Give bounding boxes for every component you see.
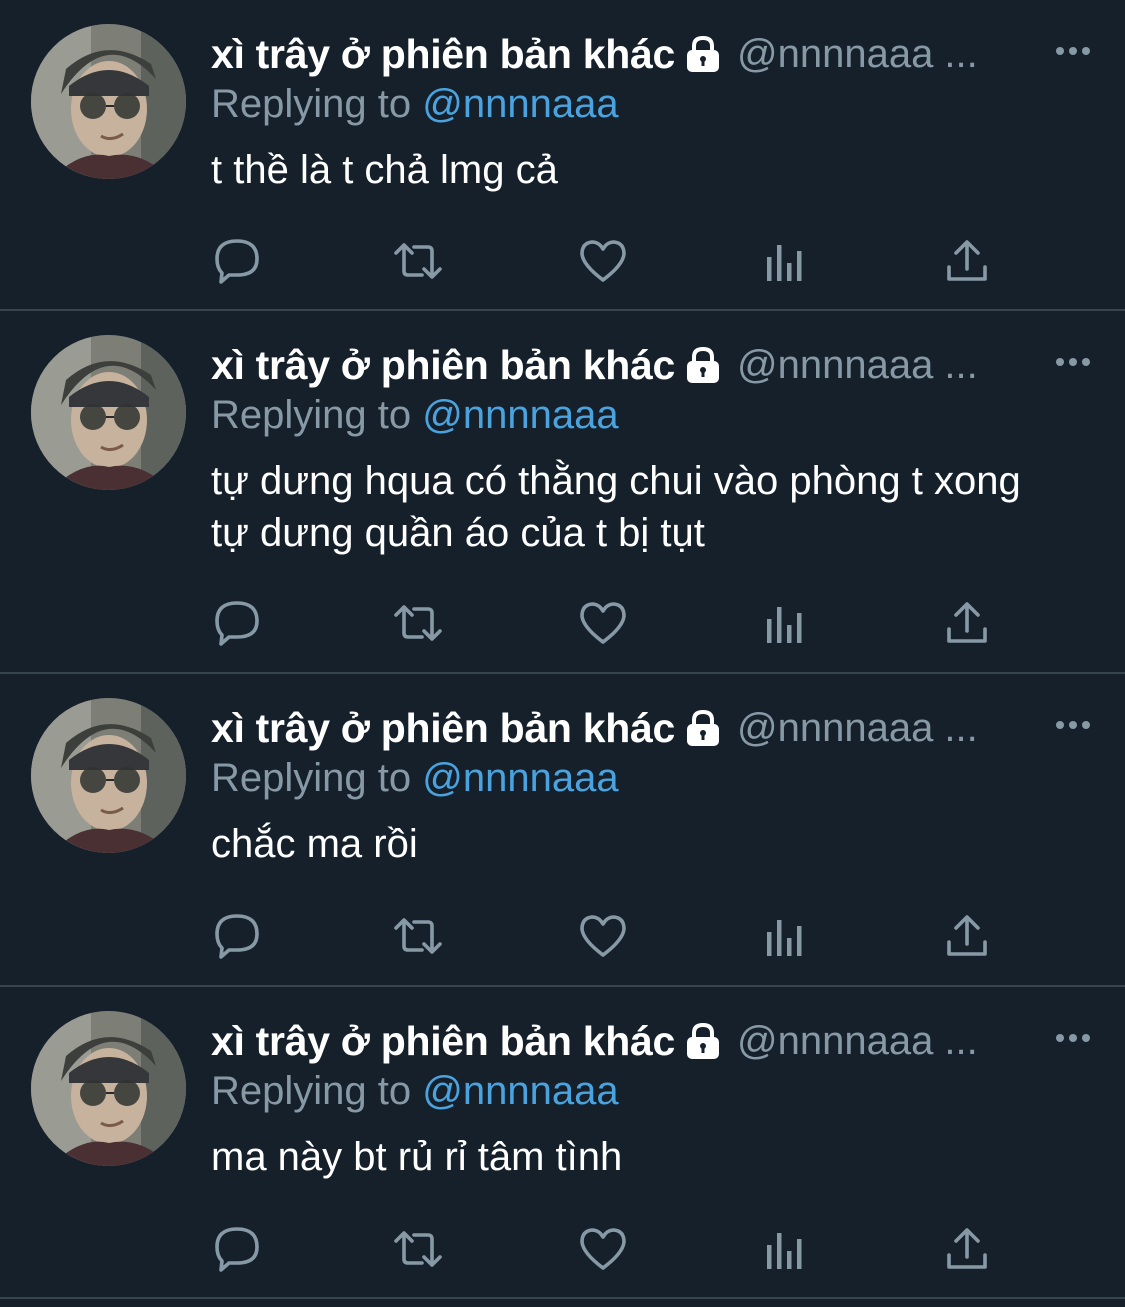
tweet-header: xì trây ở phiên bản khác @nnnnaaa ...: [211, 339, 1095, 391]
display-name[interactable]: xì trây ở phiên bản khác: [211, 342, 675, 389]
display-name[interactable]: xì trây ở phiên bản khác: [211, 31, 675, 78]
lock-icon: [681, 706, 725, 750]
lock-icon: [681, 1019, 725, 1063]
share-button[interactable]: [941, 235, 993, 287]
avatar-image: [31, 335, 186, 490]
replying-to: Replying to @nnnnaaa: [211, 752, 1095, 804]
analytics-button[interactable]: [760, 1223, 812, 1275]
retweet-button[interactable]: [392, 1223, 444, 1275]
replying-handle-link[interactable]: @nnnnaaa: [422, 1069, 618, 1113]
share-icon: [947, 1228, 987, 1269]
share-button[interactable]: [941, 597, 993, 649]
replying-to: Replying to @nnnnaaa: [211, 78, 1095, 130]
share-button[interactable]: [941, 1223, 993, 1275]
analytics-icon: [767, 1233, 802, 1269]
like-button[interactable]: [577, 910, 629, 962]
tweet-text: ma này bt rủ rỉ tâm tình: [211, 1135, 623, 1179]
reply-button[interactable]: [211, 597, 263, 649]
avatar[interactable]: [31, 335, 186, 490]
analytics-icon: [767, 245, 802, 281]
tweet-content: xì trây ở phiên bản khác @nnnnaaa ... Re…: [211, 1015, 1095, 1183]
tweet-header: xì trây ở phiên bản khác @nnnnaaa ...: [211, 28, 1095, 80]
replying-label: Replying to: [211, 393, 412, 437]
tweet[interactable]: xì trây ở phiên bản khác @nnnnaaa ... Re…: [0, 0, 1125, 311]
avatar-image: [31, 698, 186, 853]
replying-to: Replying to @nnnnaaa: [211, 1065, 1095, 1117]
tweet-actions: [211, 910, 1001, 962]
tweet[interactable]: xì trây ở phiên bản khác @nnnnaaa ... Re…: [0, 987, 1125, 1299]
retweet-icon: [394, 243, 442, 279]
replying-label: Replying to: [211, 82, 412, 126]
replying-to: Replying to @nnnnaaa: [211, 389, 1095, 441]
avatar[interactable]: [31, 698, 186, 853]
reply-icon: [215, 914, 259, 959]
analytics-button[interactable]: [760, 597, 812, 649]
tweet[interactable]: xì trây ở phiên bản khác @nnnnaaa ... Re…: [0, 311, 1125, 674]
replying-handle-link[interactable]: @nnnnaaa: [422, 82, 618, 126]
like-icon: [580, 1228, 626, 1270]
reply-button[interactable]: [211, 1223, 263, 1275]
more-icon[interactable]: [1053, 347, 1093, 377]
lock-icon: [681, 32, 725, 76]
avatar-image: [31, 1011, 186, 1166]
tweet-content: xì trây ở phiên bản khác @nnnnaaa ... Re…: [211, 702, 1095, 870]
replying-label: Replying to: [211, 756, 412, 800]
retweet-button[interactable]: [392, 910, 444, 962]
analytics-button[interactable]: [760, 910, 812, 962]
display-name[interactable]: xì trây ở phiên bản khác: [211, 705, 675, 752]
tweet-text: chắc ma rồi: [211, 822, 418, 866]
reply-icon: [215, 1227, 259, 1272]
more-icon[interactable]: [1053, 1023, 1093, 1053]
analytics-button[interactable]: [760, 235, 812, 287]
more-icon[interactable]: [1053, 710, 1093, 740]
like-icon: [580, 240, 626, 282]
display-name[interactable]: xì trây ở phiên bản khác: [211, 1018, 675, 1065]
retweet-icon: [394, 918, 442, 954]
tweet-actions: [211, 597, 1001, 649]
analytics-icon: [767, 920, 802, 956]
avatar[interactable]: [31, 24, 186, 179]
avatar-image: [31, 24, 186, 179]
timeline: xì trây ở phiên bản khác @nnnnaaa ... Re…: [0, 0, 1125, 1299]
tweet-content: xì trây ở phiên bản khác @nnnnaaa ... Re…: [211, 28, 1095, 196]
handle[interactable]: @nnnnaaa ...: [737, 1019, 978, 1064]
retweet-button[interactable]: [392, 597, 444, 649]
reply-icon: [215, 239, 259, 284]
reply-button[interactable]: [211, 235, 263, 287]
replying-handle-link[interactable]: @nnnnaaa: [422, 393, 618, 437]
like-button[interactable]: [577, 1223, 629, 1275]
analytics-icon: [767, 607, 802, 643]
handle[interactable]: @nnnnaaa ...: [737, 32, 978, 77]
like-icon: [580, 915, 626, 957]
tweet[interactable]: xì trây ở phiên bản khác @nnnnaaa ... Re…: [0, 674, 1125, 987]
handle[interactable]: @nnnnaaa ...: [737, 343, 978, 388]
reply-button[interactable]: [211, 910, 263, 962]
retweet-icon: [394, 605, 442, 641]
like-button[interactable]: [577, 235, 629, 287]
tweet-header: xì trây ở phiên bản khác @nnnnaaa ...: [211, 1015, 1095, 1067]
tweet-text: tự dưng hqua có thằng chui vào phòng t x…: [211, 459, 1021, 555]
handle[interactable]: @nnnnaaa ...: [737, 706, 978, 751]
avatar[interactable]: [31, 1011, 186, 1166]
lock-icon: [681, 343, 725, 387]
tweet-actions: [211, 235, 1001, 287]
tweet-text: t thề là t chả lmg cả: [211, 148, 558, 192]
retweet-icon: [394, 1231, 442, 1267]
like-button[interactable]: [577, 597, 629, 649]
tweet-content: xì trây ở phiên bản khác @nnnnaaa ... Re…: [211, 339, 1095, 559]
share-icon: [947, 240, 987, 281]
more-icon[interactable]: [1053, 36, 1093, 66]
tweet-actions: [211, 1223, 1001, 1275]
share-icon: [947, 602, 987, 643]
replying-label: Replying to: [211, 1069, 412, 1113]
tweet-header: xì trây ở phiên bản khác @nnnnaaa ...: [211, 702, 1095, 754]
reply-icon: [215, 601, 259, 646]
like-icon: [580, 602, 626, 644]
retweet-button[interactable]: [392, 235, 444, 287]
replying-handle-link[interactable]: @nnnnaaa: [422, 756, 618, 800]
share-icon: [947, 915, 987, 956]
share-button[interactable]: [941, 910, 993, 962]
